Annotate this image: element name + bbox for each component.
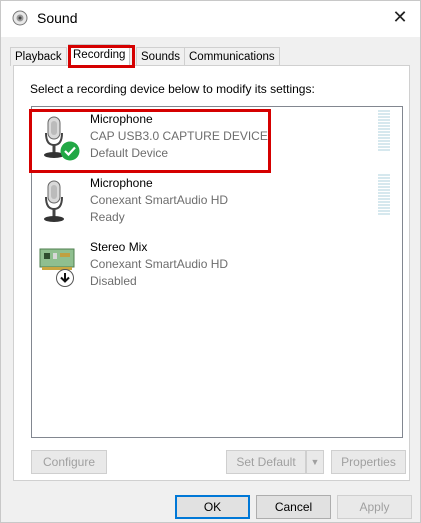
recording-panel: Select a recording device below to modif… [13,65,410,481]
tab-sounds[interactable]: Sounds [136,47,186,66]
tab-playback[interactable]: Playback [10,47,67,66]
list-item[interactable]: Microphone CAP USB3.0 CAPTURE DEVICE Def… [32,107,400,171]
device-name: Microphone [90,176,153,190]
title-bar: Sound ✕ [1,1,420,37]
list-item[interactable]: Stereo Mix Conexant SmartAudio HD Disabl… [32,235,400,299]
device-name: Stereo Mix [90,240,148,254]
instructions-text: Select a recording device below to modif… [30,82,315,96]
close-button[interactable]: ✕ [380,1,420,33]
chevron-down-icon[interactable]: ▼ [306,450,324,474]
disabled-arrow-badge-icon [56,269,74,287]
device-name: Microphone [90,112,153,126]
speaker-icon [12,10,28,26]
device-description: Conexant SmartAudio HD [90,257,229,271]
device-list[interactable]: Microphone CAP USB3.0 CAPTURE DEVICE Def… [31,106,403,438]
sound-dialog: Sound ✕ Playback Recording Sounds Commun… [0,0,421,523]
device-status: Default Device [90,146,169,160]
configure-button[interactable]: Configure [31,450,107,474]
level-meter [378,174,390,218]
window-title: Sound [37,10,78,26]
tab-communications[interactable]: Communications [184,47,280,66]
cancel-button[interactable]: Cancel [256,495,331,519]
microphone-icon [44,180,64,222]
properties-button[interactable]: Properties [331,450,406,474]
set-default-button[interactable]: Set Default [226,450,306,474]
level-meter [378,110,390,154]
device-description: Conexant SmartAudio HD [90,193,229,207]
list-item[interactable]: Microphone Conexant SmartAudio HD Ready [32,171,400,235]
apply-button[interactable]: Apply [337,495,412,519]
device-status: Disabled [90,274,137,288]
green-check-badge-icon [60,141,80,161]
device-description: CAP USB3.0 CAPTURE DEVICE [90,129,268,143]
tab-recording[interactable]: Recording [68,44,131,67]
device-status: Ready [90,210,125,224]
ok-button[interactable]: OK [175,495,250,519]
